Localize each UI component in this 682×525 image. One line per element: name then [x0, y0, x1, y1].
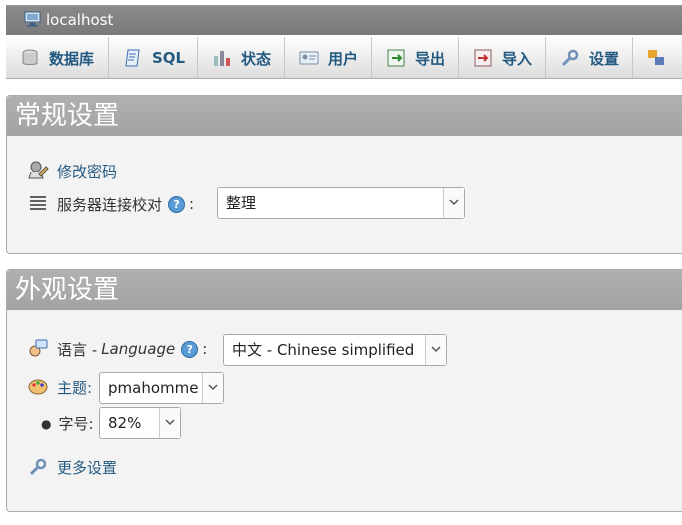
- language-colon: :: [202, 340, 208, 358]
- font-size-row: ● 字号:: [41, 413, 94, 434]
- users-icon: [299, 51, 319, 65]
- tab-replication[interactable]: [633, 37, 682, 78]
- change-password-row: 修改密码: [27, 160, 117, 182]
- tab-import-label: 导入: [502, 49, 533, 68]
- tab-settings[interactable]: 设置: [546, 37, 633, 78]
- sql-icon: [125, 49, 140, 67]
- collation-list-icon: [30, 196, 46, 210]
- tab-databases-label: 数据库: [49, 49, 95, 68]
- bullet-icon: ●: [41, 416, 52, 431]
- change-password-link[interactable]: 修改密码: [57, 161, 117, 182]
- theme-value: pmahomme: [108, 379, 199, 397]
- help-icon[interactable]: ?: [168, 195, 186, 213]
- language-select[interactable]: 中文 - Chinese simplified: [223, 334, 447, 366]
- tab-export[interactable]: 导出: [372, 37, 459, 78]
- chevron-down-icon: [443, 188, 464, 218]
- server-collation-value: 整理: [226, 194, 257, 212]
- settings-icon: [561, 49, 579, 67]
- replication-icon: [648, 50, 664, 65]
- appearance-settings-title: 外观设置: [7, 270, 682, 310]
- change-password-icon: [28, 161, 49, 179]
- export-icon: [387, 49, 405, 67]
- chevron-down-icon: [202, 373, 223, 403]
- language-label-en: Language: [101, 340, 176, 358]
- tab-settings-label: 设置: [589, 49, 620, 68]
- theme-select[interactable]: pmahomme: [99, 372, 224, 404]
- tab-import[interactable]: 导入: [459, 37, 546, 78]
- status-icon: [214, 51, 230, 66]
- tab-users[interactable]: 用户: [285, 37, 372, 78]
- appearance-settings-panel: 外观设置 语言 - Language ? : 中文 - Chinese simp…: [6, 269, 682, 512]
- font-size-select[interactable]: 82%: [99, 407, 181, 439]
- server-collation-select[interactable]: 整理: [217, 187, 465, 219]
- language-value: 中文 - Chinese simplified: [232, 341, 415, 359]
- chevron-down-icon: [425, 335, 446, 365]
- language-label: 语言 -: [57, 340, 98, 359]
- wrench-icon: [29, 458, 47, 476]
- more-settings-row: 更多设置: [27, 456, 117, 478]
- tab-sql[interactable]: SQL: [109, 37, 198, 78]
- theme-palette-icon: [28, 379, 48, 395]
- help-icon[interactable]: ?: [181, 340, 199, 358]
- theme-label[interactable]: 主题:: [57, 377, 92, 398]
- tab-databases[interactable]: 数据库: [6, 37, 109, 78]
- font-size-label: 字号:: [58, 415, 94, 433]
- theme-row: 主题:: [27, 376, 92, 398]
- server-collation-label: 服务器连接校对: [57, 195, 163, 214]
- collation-colon: :: [189, 195, 195, 213]
- chevron-down-icon: [159, 408, 180, 438]
- language-icon: [29, 339, 48, 357]
- server-collation-row: 服务器连接校对 ? :: [27, 193, 194, 215]
- tab-export-label: 导出: [415, 49, 446, 68]
- more-settings-link[interactable]: 更多设置: [57, 457, 117, 478]
- font-size-value: 82%: [108, 414, 142, 432]
- tab-status[interactable]: 状态: [198, 37, 285, 78]
- main-menu-tabs: 数据库 SQL 状态 用户 导出 导入 设置: [6, 37, 682, 79]
- tab-sql-label: SQL: [152, 49, 186, 67]
- import-icon: [474, 49, 492, 67]
- server-host-link[interactable]: localhost: [46, 11, 113, 29]
- general-settings-panel: 常规设置 修改密码 服务器连接校对 ? : 整理: [6, 95, 682, 254]
- server-icon: [24, 11, 41, 27]
- tab-status-label: 状态: [241, 49, 272, 68]
- language-row: 语言 - Language ? :: [27, 338, 207, 360]
- server-breadcrumb-bar: localhost: [6, 5, 682, 35]
- database-icon: [22, 49, 38, 65]
- general-settings-title: 常规设置: [7, 96, 682, 136]
- tab-users-label: 用户: [328, 49, 359, 68]
